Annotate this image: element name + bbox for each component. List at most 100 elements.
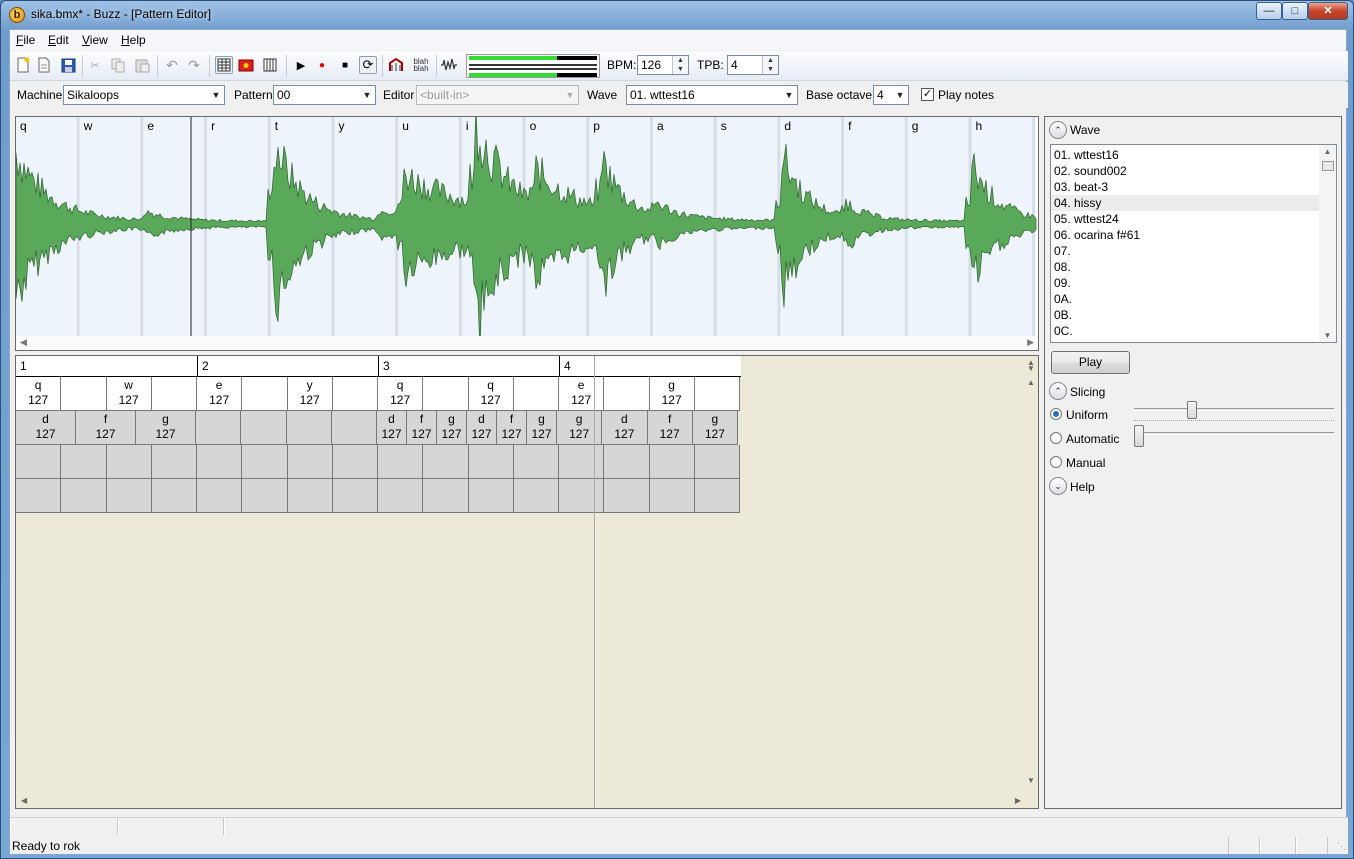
automatic-radio[interactable]	[1050, 432, 1062, 444]
waveform-icon[interactable]	[440, 56, 458, 74]
manual-radio[interactable]	[1050, 456, 1062, 468]
bar-4[interactable]: 4	[559, 356, 740, 376]
empty-cell[interactable]	[604, 445, 650, 479]
wave-list-item[interactable]: 09.	[1051, 275, 1320, 291]
empty-cell[interactable]	[468, 445, 514, 479]
empty-cell[interactable]	[287, 445, 333, 479]
empty-cell[interactable]	[649, 445, 695, 479]
note-cell[interactable]: e 127	[197, 377, 243, 411]
automatic-slider-track[interactable]	[1134, 432, 1334, 435]
play-wave-button[interactable]: Play	[1051, 351, 1130, 374]
chevron-down-icon[interactable]: ▼	[781, 86, 797, 104]
tpb-spinner[interactable]: 4 ▲ ▼	[727, 55, 779, 75]
save-icon[interactable]	[59, 56, 77, 74]
minimize-button[interactable]: —	[1256, 2, 1282, 20]
empty-cell[interactable]	[559, 479, 605, 513]
wave-list-item[interactable]: 0C.	[1051, 323, 1320, 339]
note-cell[interactable]: d 127	[377, 411, 407, 445]
note-cell[interactable]	[241, 411, 287, 445]
note-cell[interactable]	[151, 377, 197, 411]
help-section-header[interactable]: Help	[1070, 480, 1095, 494]
note-cell[interactable]: g 127	[557, 411, 603, 445]
bpm-spinner[interactable]: 126 ▲ ▼	[637, 55, 689, 75]
pattern-hscroll[interactable]: ◀ ▶	[16, 794, 1026, 808]
note-cell[interactable]: g 127	[136, 411, 196, 445]
empty-cell[interactable]	[559, 445, 605, 479]
note-cell[interactable]	[242, 377, 288, 411]
paste-icon[interactable]	[133, 56, 151, 74]
undo-icon[interactable]: ↶	[163, 56, 181, 74]
wave-list-item[interactable]: 06. ocarina f#61	[1051, 227, 1320, 243]
manual-label[interactable]: Manual	[1066, 456, 1105, 470]
wave-list-item[interactable]: 08.	[1051, 259, 1320, 275]
play-icon[interactable]: ▶	[292, 56, 310, 74]
chevron-left-icon[interactable]: ◀	[21, 796, 27, 805]
pattern-grid[interactable]: 1 2 3 4 q 127 w 127 e 127 y 127 q 127 q 127 e 127 g 127…	[15, 355, 1039, 809]
menu-file[interactable]: File	[16, 33, 35, 47]
play-notes-label[interactable]: Play notes	[938, 88, 994, 102]
new-icon[interactable]	[14, 56, 32, 74]
close-button[interactable]: ✕	[1308, 2, 1348, 20]
record-icon[interactable]: ●	[313, 56, 331, 74]
keyboard-icon[interactable]	[387, 56, 405, 74]
uniform-slider-thumb[interactable]	[1187, 401, 1198, 419]
empty-cell[interactable]	[197, 479, 243, 513]
chevron-down-icon[interactable]: ▼	[892, 86, 908, 104]
scroll-thumb[interactable]	[1322, 161, 1334, 171]
chevron-down-icon[interactable]: ▼	[1319, 331, 1336, 340]
copy-icon[interactable]	[109, 56, 127, 74]
loop-icon[interactable]: ⟳	[359, 56, 377, 74]
wave-list-item[interactable]: 04. hissy	[1051, 195, 1320, 211]
empty-cell[interactable]	[16, 479, 62, 513]
empty-cell[interactable]	[378, 445, 424, 479]
empty-cell[interactable]	[242, 479, 288, 513]
collapse-up-icon[interactable]: ⌃	[1049, 121, 1067, 139]
note-cell[interactable]: q 127	[468, 377, 514, 411]
note-cell[interactable]	[331, 411, 377, 445]
play-notes-checkbox[interactable]: ✓	[921, 88, 934, 101]
wave-list-item[interactable]: 05. wttest24	[1051, 211, 1320, 227]
base-octave-select[interactable]: 4 ▼	[873, 85, 909, 105]
note-cell[interactable]: y 127	[287, 377, 333, 411]
empty-cell[interactable]	[604, 479, 650, 513]
empty-cell[interactable]	[16, 445, 62, 479]
wave-list-item[interactable]: 02. sound002	[1051, 163, 1320, 179]
note-cell[interactable]: f 127	[647, 411, 693, 445]
note-cell[interactable]: g 127	[437, 411, 467, 445]
empty-cell[interactable]	[242, 445, 288, 479]
note-cell[interactable]	[196, 411, 242, 445]
wave-list-item[interactable]: 0A.	[1051, 291, 1320, 307]
chevron-right-icon[interactable]: ▶	[1027, 337, 1034, 348]
new-song-icon[interactable]	[35, 56, 53, 74]
maximize-button[interactable]: □	[1282, 2, 1308, 20]
automatic-slider-thumb[interactable]	[1134, 425, 1144, 447]
waveform-svg[interactable]: qwertyuiopasdfgh	[16, 117, 1038, 336]
expand-down-icon[interactable]: ⌄	[1049, 477, 1067, 495]
note-cell[interactable]: f 127	[76, 411, 136, 445]
empty-cell[interactable]	[378, 479, 424, 513]
empty-cell[interactable]	[332, 479, 378, 513]
note-cell[interactable]: d 127	[467, 411, 497, 445]
note-cell[interactable]	[513, 377, 559, 411]
resize-grip-icon[interactable]: ⋱	[1337, 841, 1346, 852]
pattern-vscroll[interactable]: ▲ ▼ ▲ ▼	[1024, 356, 1038, 796]
machine-view-icon[interactable]	[237, 56, 255, 74]
note-cell[interactable]: g 127	[649, 377, 695, 411]
bar-3[interactable]: 3	[378, 356, 559, 376]
empty-cell[interactable]	[468, 479, 514, 513]
wave-list-item[interactable]: 01. wttest16	[1051, 147, 1320, 163]
note-cell[interactable]	[332, 377, 378, 411]
chevron-down-icon[interactable]: ▼	[1024, 364, 1038, 373]
wave-section-header[interactable]: Wave	[1070, 123, 1100, 137]
empty-cell[interactable]	[61, 445, 107, 479]
note-cell[interactable]: g 127	[527, 411, 557, 445]
note-cell[interactable]: f 127	[497, 411, 527, 445]
redo-icon[interactable]: ↷	[185, 56, 203, 74]
empty-cell[interactable]	[106, 445, 152, 479]
buzz-icon[interactable]: b	[9, 7, 25, 23]
wave-list-item[interactable]: 0B.	[1051, 307, 1320, 323]
waveform-view[interactable]: qwertyuiopasdfgh ◀ ▶	[15, 116, 1039, 351]
chevron-up-icon[interactable]: ▲	[1024, 378, 1038, 387]
empty-cell[interactable]	[694, 445, 740, 479]
sequence-editor-icon[interactable]	[261, 56, 279, 74]
